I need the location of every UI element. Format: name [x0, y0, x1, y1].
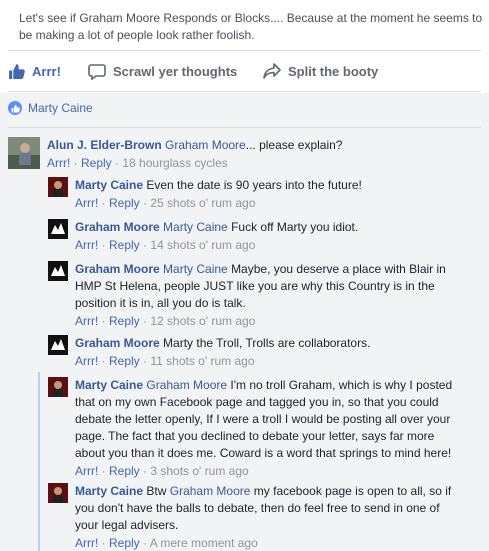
comment-text: Marty the Troll, Trolls are collaborator… [163, 336, 371, 350]
comment-text: Fuck off Marty you idiot. [231, 220, 359, 234]
reply-link[interactable]: Reply [109, 196, 140, 210]
like-label: Arrr! [32, 64, 61, 79]
thread-line [38, 372, 40, 551]
like-link[interactable]: Arrr! [75, 536, 98, 550]
avatar[interactable] [48, 261, 68, 281]
like-link[interactable]: Arrr! [75, 464, 98, 478]
like-link[interactable]: Arrr! [75, 314, 98, 328]
divider [8, 127, 481, 128]
reply-link[interactable]: Reply [109, 238, 140, 252]
comment-text: Even the date is 90 years into the futur… [146, 178, 362, 192]
action-bar: Arrr! Scrawl yer thoughts Split the boot… [0, 56, 489, 86]
comment-author[interactable]: Alun J. Elder-Brown [47, 138, 162, 152]
comment: Marty Caine Btw Graham Moore my facebook… [48, 483, 462, 551]
comment-label: Scrawl yer thoughts [113, 64, 238, 79]
comment-time[interactable]: 3 shots o' rum ago [150, 464, 248, 478]
like-link[interactable]: Arrr! [75, 354, 98, 368]
comment-time[interactable]: 14 shots o' rum ago [150, 238, 255, 252]
comment: Graham Moore Marty Caine Maybe, you dese… [48, 261, 460, 329]
share-label: Split the booty [288, 63, 379, 79]
avatar[interactable] [48, 219, 68, 239]
comment: Graham Moore Marty Caine Fuck off Marty … [48, 219, 484, 253]
comment-mention[interactable]: Graham Moore [165, 138, 246, 152]
divider [8, 50, 481, 51]
comment-author[interactable]: Graham Moore [75, 220, 160, 234]
comment-author[interactable]: Marty Caine [75, 178, 143, 192]
reply-link[interactable]: Reply [109, 314, 140, 328]
reply-link[interactable]: Reply [109, 536, 140, 550]
comment-time[interactable]: 11 shots o' rum ago [150, 354, 254, 368]
comment-author[interactable]: Graham Moore [75, 336, 160, 350]
comment-button[interactable]: Scrawl yer thoughts [88, 63, 237, 80]
comment-icon [88, 64, 106, 80]
share-icon [263, 63, 281, 79]
reactor-name[interactable]: Marty Caine [28, 101, 93, 115]
comment: Marty Caine Graham Moore I'm no troll Gr… [48, 377, 462, 479]
avatar[interactable] [8, 137, 40, 169]
comment-mention[interactable]: Marty Caine [163, 220, 228, 234]
reply-link[interactable]: Reply [109, 464, 140, 478]
avatar[interactable] [48, 483, 68, 503]
thumbs-up-icon [9, 64, 25, 79]
comment-author[interactable]: Graham Moore [75, 262, 160, 276]
divider [8, 91, 481, 92]
like-reaction-icon [8, 101, 22, 115]
comment-time[interactable]: 12 shots o' rum ago [150, 314, 255, 328]
reactions-summary[interactable]: Marty Caine [8, 101, 93, 115]
comment-mention[interactable]: Graham Moore [170, 484, 251, 498]
comment-author[interactable]: Marty Caine [75, 484, 143, 498]
comment-time[interactable]: 18 hourglass cycles [122, 156, 227, 170]
share-button[interactable]: Split the booty [263, 63, 378, 79]
comment-mention[interactable]: Graham Moore [146, 378, 227, 392]
comment-author[interactable]: Marty Caine [75, 378, 143, 392]
comment-text: ... please explain? [245, 138, 343, 152]
reply-link[interactable]: Reply [109, 354, 140, 368]
comment: Alun J. Elder-Brown Graham Moore... plea… [8, 137, 478, 171]
comment-time[interactable]: 25 shots o' rum ago [150, 196, 255, 210]
like-link[interactable]: Arrr! [75, 238, 98, 252]
like-link[interactable]: Arrr! [47, 156, 70, 170]
comment: Marty Caine Even the date is 90 years in… [48, 177, 484, 211]
like-button[interactable]: Arrr! [8, 63, 61, 80]
comment: Graham Moore Marty the Troll, Trolls are… [48, 335, 484, 369]
post-text: Let's see if Graham Moore Responds or Bl… [19, 11, 483, 42]
comment-mention[interactable]: Marty Caine [163, 262, 228, 276]
avatar[interactable] [48, 335, 68, 355]
reply-link[interactable]: Reply [81, 156, 112, 170]
like-link[interactable]: Arrr! [75, 196, 98, 210]
avatar[interactable] [48, 177, 68, 197]
comment-text: Btw [146, 484, 167, 498]
avatar[interactable] [48, 377, 68, 397]
comment-time[interactable]: A mere moment ago [150, 536, 258, 550]
